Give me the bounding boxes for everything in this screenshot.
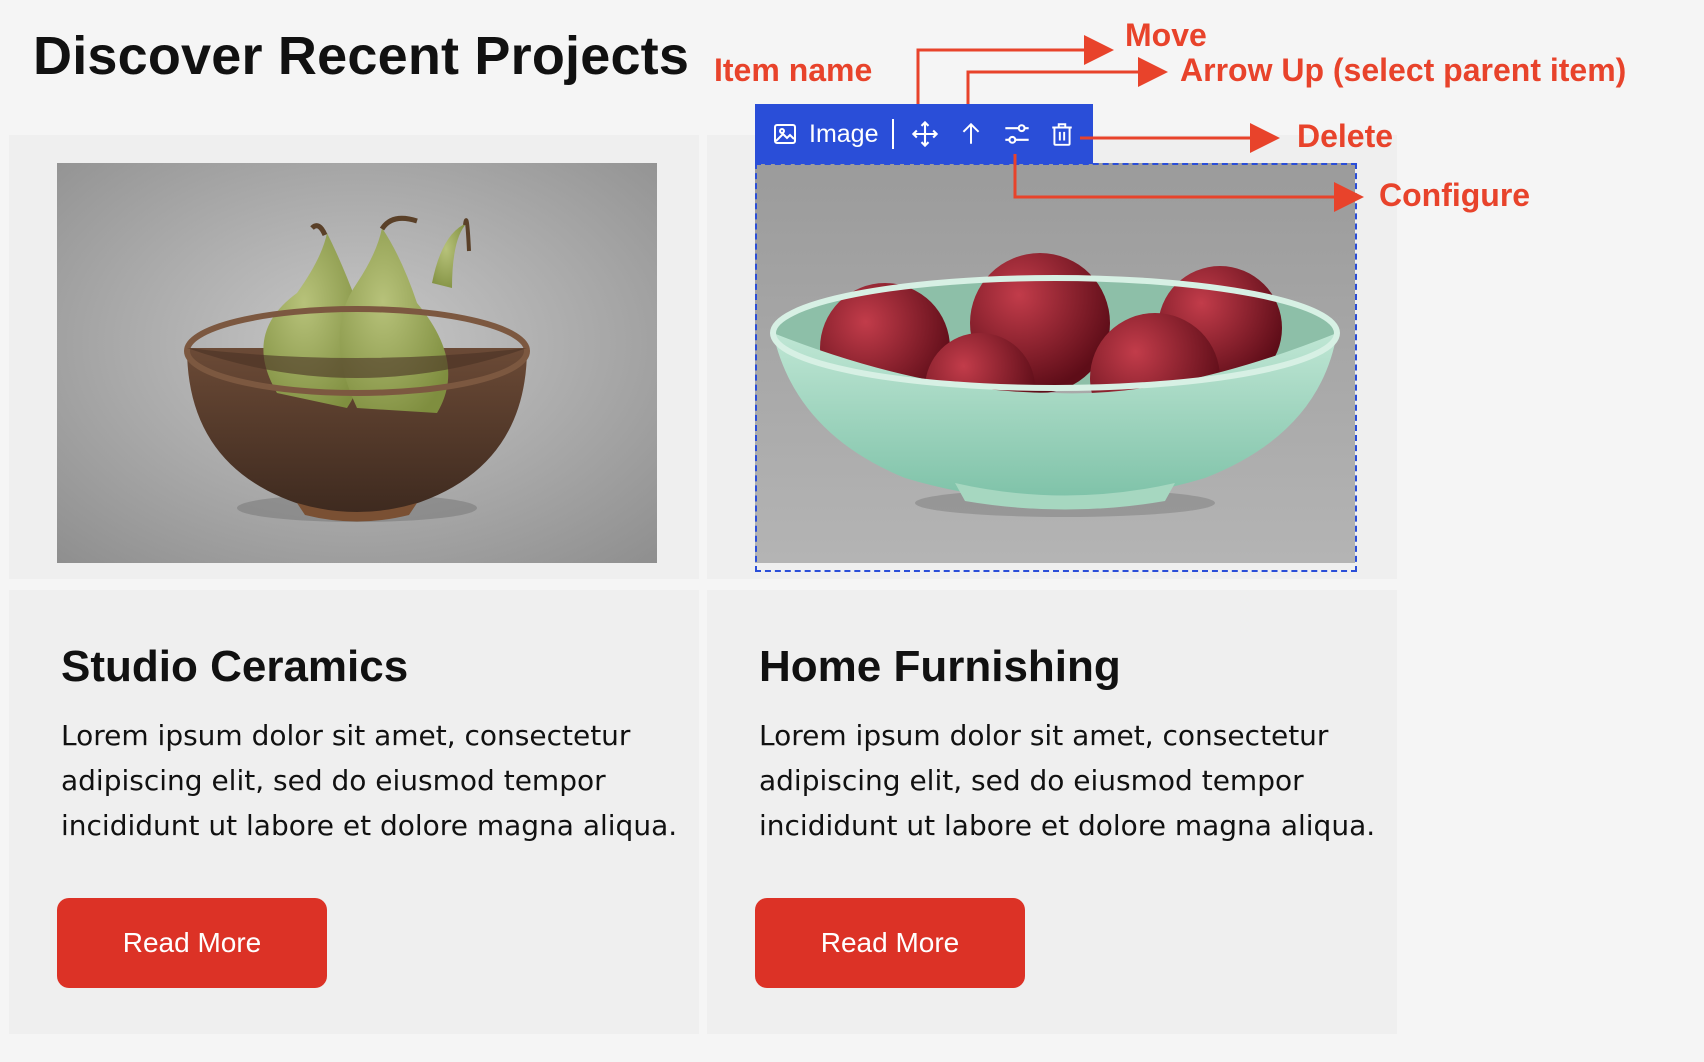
- card-description: Lorem ipsum dolor sit amet, consectetur …: [61, 719, 678, 842]
- card-title: Home Furnishing: [759, 642, 1121, 691]
- annotation-delete: Delete: [1297, 118, 1394, 154]
- toolbar-divider: [892, 119, 895, 149]
- pears-bowl-image[interactable]: [57, 163, 657, 563]
- read-more-button[interactable]: Read More: [755, 898, 1025, 988]
- image-icon: [773, 122, 797, 146]
- read-more-button[interactable]: Read More: [57, 898, 327, 988]
- annotation-configure: Configure: [1379, 177, 1531, 213]
- arrow-up-icon[interactable]: [956, 119, 986, 149]
- sliders-icon[interactable]: [1002, 119, 1032, 149]
- card-description: Lorem ipsum dolor sit amet, consectetur …: [759, 719, 1376, 842]
- move-icon[interactable]: [910, 119, 940, 149]
- page-title: Discover Recent Projects: [33, 26, 690, 86]
- annotation-item-name: Item name: [714, 52, 873, 88]
- trash-icon[interactable]: [1047, 119, 1077, 149]
- annotation-arrow-up: Arrow Up (select parent item): [1180, 52, 1627, 88]
- item-name-label: Image: [809, 119, 879, 148]
- annotation-move: Move: [1125, 17, 1207, 53]
- item-toolbar: Image: [755, 104, 1093, 164]
- card-title: Studio Ceramics: [61, 642, 409, 691]
- plums-bowl-image[interactable]: [755, 163, 1355, 563]
